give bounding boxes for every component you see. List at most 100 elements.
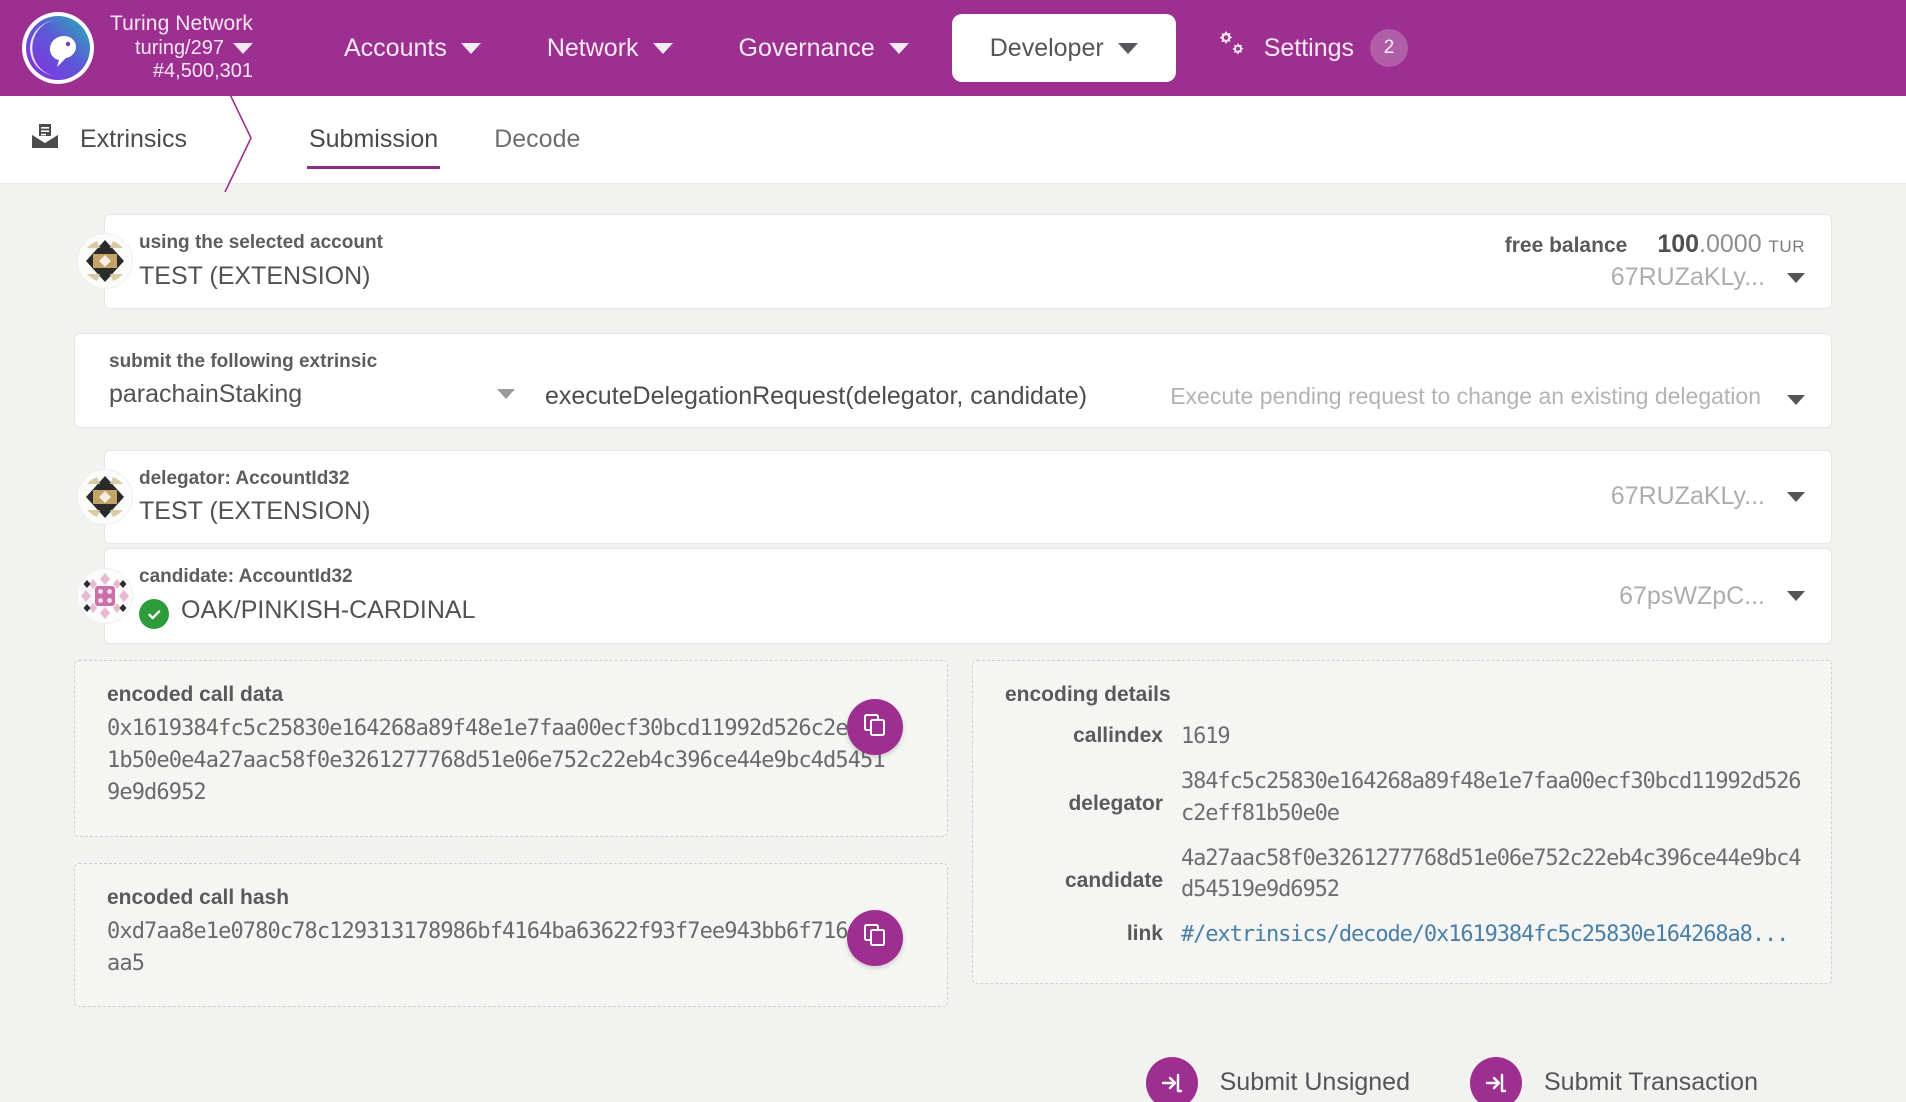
brand-title: Turing Network: [110, 12, 253, 36]
detail-row: link #/extrinsics/decode/0x1619384fc5c25…: [1005, 919, 1801, 950]
primary-nav: Accounts Network Governance Developer Se…: [311, 0, 1436, 96]
copy-call-hash-button[interactable]: [847, 909, 903, 966]
detail-key: link: [1126, 922, 1163, 946]
method-value[interactable]: executeDelegationRequest(delegator, cand…: [545, 382, 1087, 413]
detail-key: candidate: [1064, 868, 1163, 892]
nav-item-label: Accounts: [344, 33, 447, 62]
copy-icon: [862, 712, 888, 743]
verified-check-icon: [139, 599, 169, 630]
submit-transaction-button[interactable]: Submit Transaction: [1470, 1056, 1758, 1102]
nav-item-label: Developer: [989, 33, 1104, 62]
chevron-down-icon[interactable]: [233, 43, 253, 55]
free-balance-label: free balance: [1504, 234, 1628, 258]
extrinsic-selector-card: submit the following extrinsic parachain…: [74, 332, 1832, 428]
account-address: 67RUZaKLy...: [1610, 263, 1765, 292]
method-description: Execute pending request to change an exi…: [1170, 382, 1761, 409]
chevron-down-icon: [888, 42, 909, 54]
block-number: #4,500,301: [152, 60, 253, 83]
param-card-delegator: delegator: AccountId32 TEST (EXTENSION) …: [77, 449, 1832, 545]
encoded-call-data-value: 0x1619384fc5c25830e164268a89f48e1e7faa00…: [107, 716, 886, 806]
nav-item-governance[interactable]: Governance: [706, 0, 942, 96]
tab-decode[interactable]: Decode: [466, 96, 608, 183]
avatar-identicon: [77, 233, 133, 290]
encoding-section: encoded call data 0x1619384fc5c25830e164…: [74, 660, 1832, 1033]
breadcrumb-label: Extrinsics: [80, 125, 187, 153]
mail-open-icon: [30, 121, 60, 158]
free-balance-value: 100.0000 TUR: [1657, 230, 1805, 259]
detail-key: callindex: [1073, 724, 1163, 748]
balance-unit: TUR: [1768, 237, 1805, 257]
chevron-down-icon: [497, 389, 515, 400]
encoded-call-data-box: encoded call data 0x1619384fc5c25830e164…: [74, 660, 948, 837]
nav-item-developer[interactable]: Developer: [951, 14, 1176, 82]
encoded-call-data-title: encoded call data: [107, 683, 284, 707]
avatar-identicon: [77, 468, 133, 525]
nav-item-label: Network: [546, 33, 639, 62]
encoded-call-hash-box: encoded call hash 0xd7aa8e1e0780c78c1293…: [74, 862, 948, 1007]
turing-logo-icon: [22, 12, 94, 84]
pallet-value: parachainStaking: [109, 380, 303, 409]
chevron-down-icon: [652, 42, 673, 54]
chain-name: turing/297: [135, 36, 224, 59]
nav-item-settings[interactable]: Settings 2: [1186, 29, 1436, 67]
param-value: TEST (EXTENSION): [139, 497, 371, 525]
nav-item-label: Governance: [738, 33, 875, 62]
chevron-down-icon: [460, 42, 481, 54]
sign-in-icon: [1470, 1056, 1522, 1102]
param-value: OAK/PINKISH-CARDINAL: [181, 595, 476, 624]
tab-list: Submission Decode: [281, 96, 608, 183]
encoding-details-title: encoding details: [1005, 683, 1171, 707]
chevron-down-icon: [1787, 491, 1805, 502]
nav-item-network[interactable]: Network: [514, 0, 706, 96]
account-selector-card: using the selected account TEST (EXTENSI…: [77, 214, 1832, 309]
account-address-dropdown[interactable]: 67RUZaKLy...: [1611, 263, 1805, 292]
settings-label: Settings: [1263, 33, 1355, 62]
encoded-call-hash-value: 0xd7aa8e1e0780c78c129313178986bf4164ba63…: [107, 918, 886, 976]
detail-row: callindex 1619: [1005, 721, 1801, 752]
sign-in-icon: [1145, 1056, 1198, 1102]
balance-whole: 100: [1657, 230, 1700, 259]
decode-link[interactable]: #/extrinsics/decode/0x1619384fc5c25830e1…: [1181, 919, 1789, 950]
chevron-down-icon: [1787, 591, 1805, 602]
tab-label: Submission: [308, 125, 439, 153]
encoded-call-hash-title: encoded call hash: [107, 885, 290, 909]
top-navigation-bar: Turing Network turing/297 #4,500,301 Acc…: [0, 0, 1906, 96]
section-tab-bar: Extrinsics Submission Decode: [0, 88, 1906, 192]
tab-label: Decode: [494, 125, 581, 153]
chevron-divider-icon: [221, 88, 267, 192]
param-address-dropdown[interactable]: 67psWZpC...: [1619, 582, 1831, 611]
submit-transaction-label: Submit Transaction: [1544, 1068, 1758, 1097]
main-content: using the selected account TEST (EXTENSI…: [0, 184, 1906, 1102]
param-address-dropdown[interactable]: 67RUZaKLy...: [1611, 482, 1831, 511]
detail-value: 384fc5c25830e164268a89f48e1e7faa00ecf30b…: [1181, 769, 1802, 826]
brand-block[interactable]: Turing Network turing/297 #4,500,301: [22, 12, 253, 84]
gears-icon: [1214, 30, 1248, 67]
account-row-label: using the selected account: [139, 232, 383, 253]
param-label: delegator: AccountId32: [139, 467, 350, 489]
account-row-value: TEST (EXTENSION): [139, 261, 371, 290]
chevron-down-icon[interactable]: [1787, 394, 1805, 405]
settings-badge: 2: [1370, 29, 1409, 67]
copy-call-data-button[interactable]: [847, 699, 903, 756]
param-address: 67psWZpC...: [1619, 581, 1765, 610]
detail-key: delegator: [1068, 792, 1163, 816]
action-buttons: Submit Unsigned Submit Transaction: [74, 1033, 1832, 1102]
detail-value: 4a27aac58f0e3261277768d51e06e752c22eb4c3…: [1181, 845, 1802, 903]
param-value-wrap: OAK/PINKISH-CARDINAL: [139, 592, 476, 630]
encoding-details-box: encoding details callindex 1619 delegato…: [972, 660, 1832, 984]
avatar-identicon: [77, 568, 133, 625]
param-address: 67RUZaKLy...: [1610, 482, 1765, 511]
submit-unsigned-button[interactable]: Submit Unsigned: [1145, 1056, 1410, 1102]
nav-item-accounts[interactable]: Accounts: [311, 0, 514, 96]
submit-unsigned-label: Submit Unsigned: [1219, 1068, 1410, 1097]
pallet-dropdown[interactable]: parachainStaking: [109, 376, 545, 412]
detail-row: candidate 4a27aac58f0e3261277768d51e06e7…: [1005, 843, 1802, 905]
chevron-down-icon: [1787, 272, 1805, 283]
chevron-down-icon: [1117, 42, 1138, 54]
detail-row: delegator 384fc5c25830e164268a89f48e1e7f…: [1005, 766, 1801, 828]
breadcrumb-extrinsics: Extrinsics: [0, 96, 221, 183]
extrinsic-row-label: submit the following extrinsic: [109, 350, 378, 372]
param-label: candidate: AccountId32: [139, 566, 353, 588]
balance-fraction: .0000: [1699, 230, 1762, 259]
tab-submission[interactable]: Submission: [281, 96, 466, 183]
